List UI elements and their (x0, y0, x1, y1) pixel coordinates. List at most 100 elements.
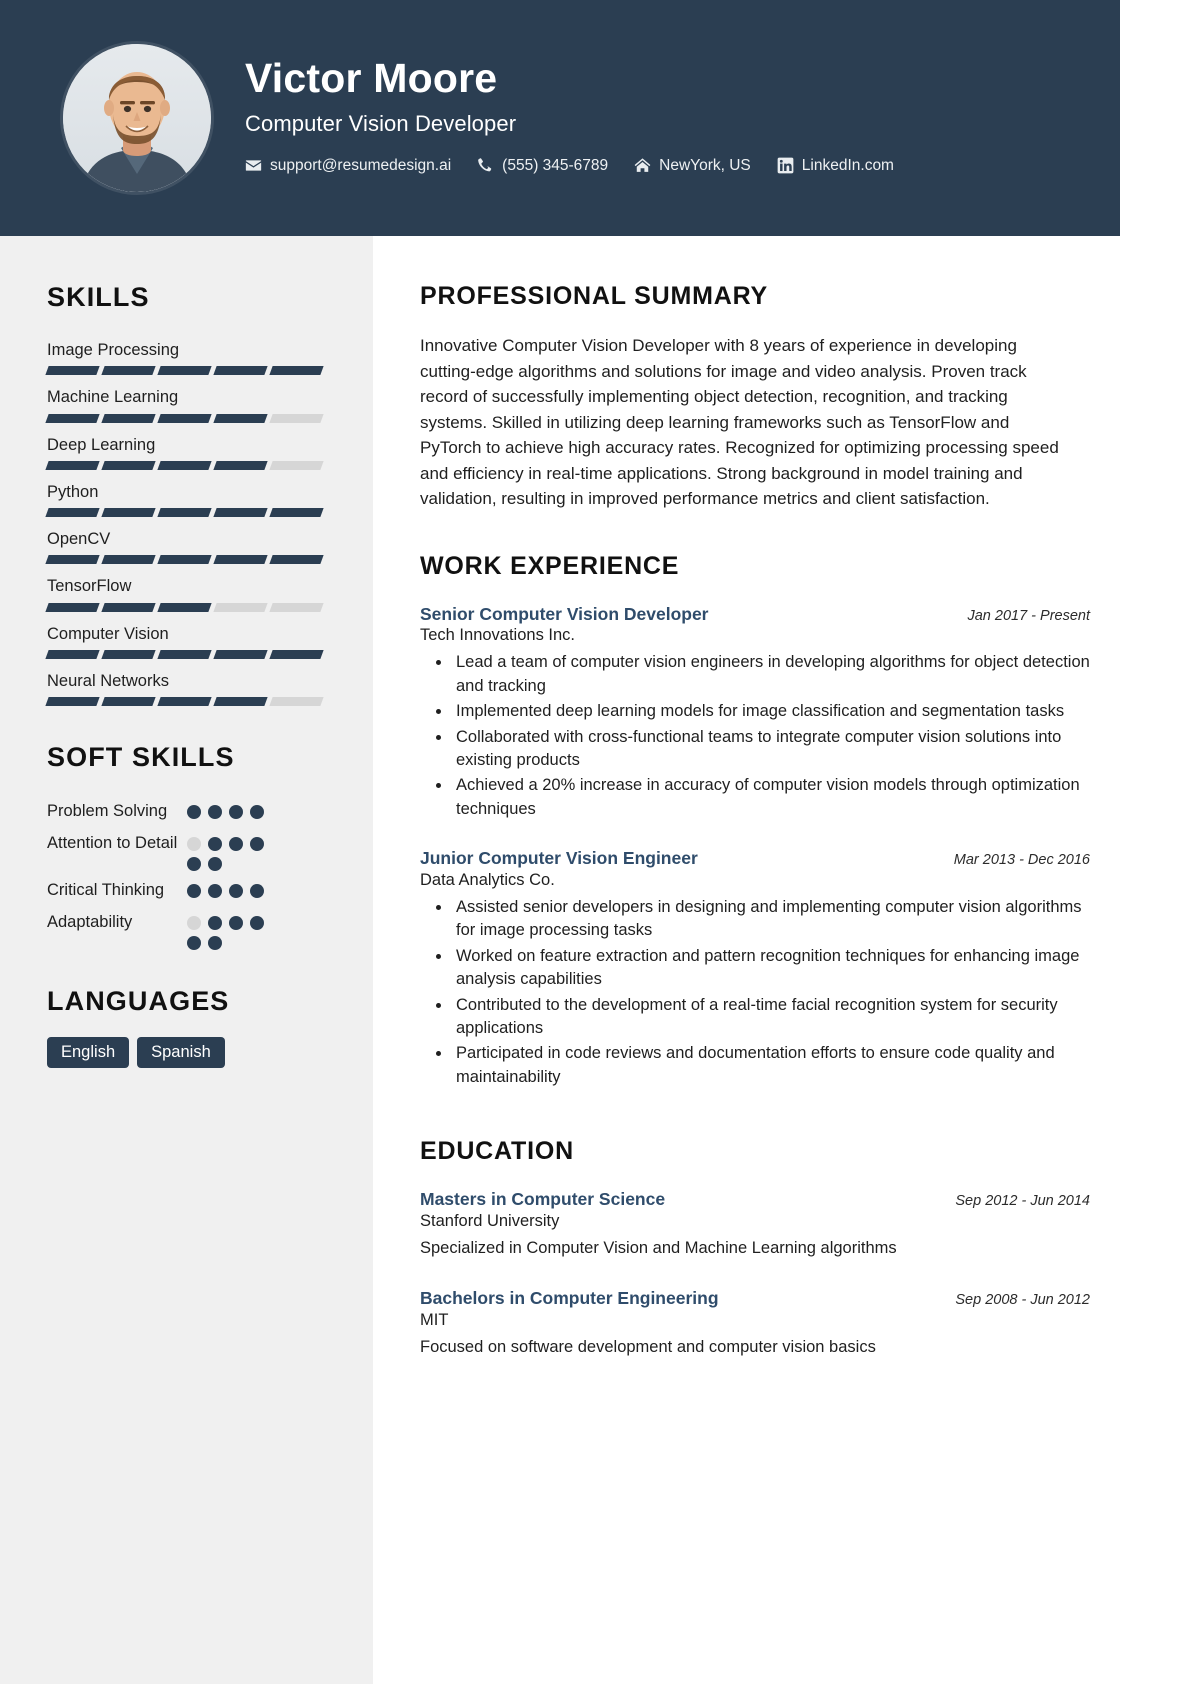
soft-skills-list: Problem Solving Attention to Detail Critic… (47, 799, 329, 950)
skill-level-bar (45, 460, 329, 470)
rating-dot (208, 883, 222, 898)
soft-skill-item: Problem Solving (47, 799, 329, 824)
skill-item: Computer Vision (45, 623, 329, 659)
page-title: Victor Moore (245, 55, 498, 102)
soft-skill-rating (187, 878, 267, 898)
contact-location[interactable]: NewYork, US (634, 157, 751, 175)
work-entry-header: Senior Computer Vision Developer Jan 2017… (420, 603, 1090, 626)
skills-section-title: SKILLS (47, 282, 150, 312)
skill-bar-segment (213, 413, 268, 423)
education-entry-description: Focused on software development and comp… (420, 1337, 876, 1356)
skill-bar-segment (269, 697, 324, 707)
contact-email-text: support@resumedesign.ai (270, 156, 452, 174)
skill-bar-segment (101, 555, 156, 565)
rating-dot (208, 856, 222, 871)
main-content: PROFESSIONAL SUMMARY Innovative Computer… (373, 236, 1120, 1684)
skill-bar-segment (269, 460, 324, 470)
skill-bar-segment (157, 555, 212, 565)
list-item: Contributed to the development of a real… (452, 994, 1090, 1041)
skill-level-bar (45, 508, 329, 518)
skill-bar-segment (269, 366, 324, 376)
language-chip[interactable]: English (47, 1036, 130, 1069)
soft-skill-item: Attention to Detail (47, 831, 329, 871)
work-list: Senior Computer Vision Developer Jan 2017… (420, 603, 1090, 1090)
soft-skill-name: Critical Thinking (47, 880, 165, 899)
skill-bar-segment (213, 602, 268, 612)
skill-level-bar (45, 555, 329, 565)
work-entry-bullets: Lead a team of computer vision engineers… (420, 651, 1090, 821)
skill-item: Image Processing (45, 339, 329, 376)
work-entry-date: Mar 2013 - Dec 2016 (953, 852, 1090, 869)
skill-bar-segment (157, 508, 212, 518)
skill-level-bar (45, 697, 329, 707)
work-entry: Senior Computer Vision Developer Jan 2017… (420, 603, 1090, 822)
rating-dot (250, 805, 264, 820)
avatar-photo (63, 44, 211, 192)
list-item: Collaborated with cross-functional teams… (452, 726, 1090, 773)
skill-bar-segment (157, 697, 212, 707)
skill-bar-segment (101, 413, 156, 423)
email-icon (245, 157, 262, 174)
skill-bar-segment (45, 366, 100, 376)
contact-email[interactable]: support@resumedesign.ai (245, 157, 451, 175)
skill-bar-segment (269, 413, 324, 423)
skill-bar-segment (101, 508, 156, 518)
skill-bar-segment (269, 555, 324, 565)
language-chip[interactable]: Spanish (137, 1036, 225, 1069)
resume-page: Victor Moore Computer Vision Developer s… (0, 0, 1120, 1684)
skills-list: Image Processing Machine Learning Deep Lea… (45, 339, 329, 707)
skill-bar-segment (45, 460, 100, 470)
list-item: Lead a team of computer vision engineers… (452, 651, 1090, 698)
summary-text: Innovative Computer Vision Developer wit… (420, 336, 1059, 508)
contact-phone[interactable]: (555) 345-6789 (477, 157, 608, 175)
job-title: Computer Vision Developer (245, 110, 517, 136)
skill-name: Image Processing (47, 341, 180, 359)
skill-bar-segment (157, 366, 212, 376)
education-entry-header: Masters in Computer Science Sep 2012 - Ju… (420, 1188, 1090, 1211)
contact-linkedin-text: LinkedIn.com (801, 156, 894, 174)
skill-bar-segment (45, 555, 100, 565)
soft-skill-rating (187, 831, 267, 871)
header-text-block: Victor Moore Computer Vision Developer s… (245, 57, 894, 178)
contact-phone-text: (555) 345-6789 (502, 156, 609, 174)
rating-dot (208, 915, 222, 930)
soft-skill-name: Attention to Detail (47, 833, 178, 852)
skill-name: TensorFlow (47, 577, 132, 596)
contact-linkedin[interactable]: LinkedIn.com (777, 157, 894, 175)
education-entry-degree: Masters in Computer Science (420, 1189, 666, 1210)
rating-dot (250, 883, 264, 898)
list-item: Implemented deep learning models for ima… (452, 700, 1090, 723)
rating-dot (208, 805, 222, 820)
rating-dot (208, 935, 222, 950)
skill-level-bar (45, 413, 329, 423)
soft-skills-section-title: SOFT SKILLS (47, 742, 235, 773)
rating-dot (187, 856, 201, 871)
education-entry: Masters in Computer Science Sep 2012 - Ju… (420, 1188, 1090, 1261)
skill-bar-segment (213, 649, 268, 659)
rating-dot (208, 836, 222, 851)
skill-bar-segment (269, 508, 324, 518)
languages-section-title: LANGUAGES (47, 985, 230, 1016)
work-entry-date: Jan 2017 - Present (967, 607, 1090, 624)
education-entry-date: Sep 2008 - Jun 2012 (955, 1292, 1090, 1308)
languages-list: English Spanish (47, 1036, 329, 1069)
work-entry-company: Data Analytics Co. (420, 870, 555, 889)
list-item: Assisted senior developers in designing … (452, 896, 1090, 943)
soft-skill-rating (187, 799, 267, 820)
rating-dot (229, 836, 243, 851)
skill-bar-segment (213, 460, 268, 470)
contact-row: support@resumedesign.ai (555) 345-6789 N… (245, 157, 894, 175)
rating-dot (229, 915, 243, 930)
skill-name: Machine Learning (47, 388, 179, 407)
skill-bar-segment (101, 366, 156, 376)
skill-bar-segment (101, 649, 156, 659)
skill-name: OpenCV (47, 530, 111, 549)
education-entry-header: Bachelors in Computer Engineering Sep 200… (420, 1287, 1090, 1310)
skill-bar-segment (101, 697, 156, 707)
skill-bar-segment (157, 460, 212, 470)
skill-name: Deep Learning (47, 435, 156, 454)
skill-name: Neural Networks (47, 671, 169, 690)
soft-skill-item: Critical Thinking (47, 878, 329, 903)
skill-name: Python (47, 482, 99, 501)
